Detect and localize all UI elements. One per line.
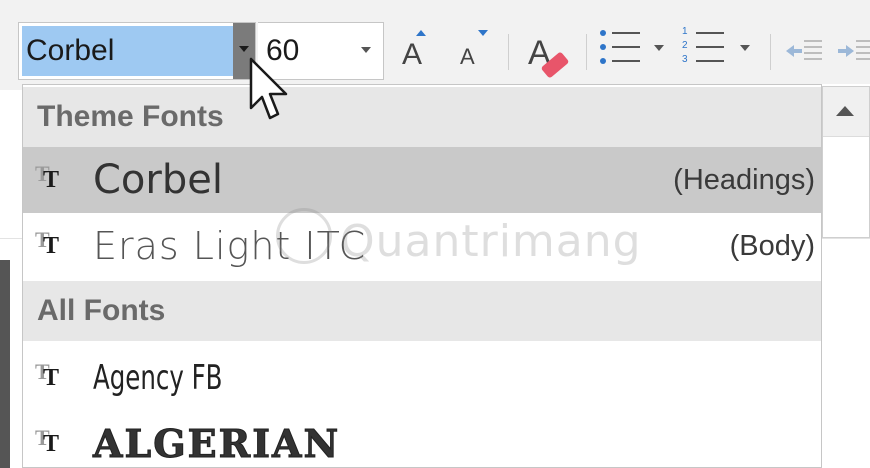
truetype-icon: T T xyxy=(35,359,60,391)
font-name-combobox[interactable]: Corbel xyxy=(18,22,256,80)
numbering-digit: 1 xyxy=(682,26,688,37)
numbering-button[interactable]: 1 2 3 xyxy=(680,26,754,76)
caret-down-icon xyxy=(478,30,488,36)
bullet-dot xyxy=(600,30,606,36)
toolbar-divider xyxy=(508,34,509,70)
increase-indent-icon xyxy=(838,40,870,60)
shrink-font-button[interactable]: A xyxy=(452,24,492,76)
chevron-down-icon[interactable] xyxy=(361,47,371,53)
decrease-indent-button[interactable] xyxy=(782,34,826,68)
truetype-icon: T T xyxy=(35,227,60,259)
numbering-digit: 3 xyxy=(682,54,688,65)
font-item-agency-fb[interactable]: T T Agency FB xyxy=(23,345,821,411)
truetype-icon: T T xyxy=(35,161,60,193)
toolbar-divider xyxy=(586,34,587,70)
toolbar-divider xyxy=(770,34,771,70)
numbering-line xyxy=(696,60,724,62)
scroll-up-button[interactable] xyxy=(823,87,869,137)
numbering-line xyxy=(696,32,724,34)
bullet-line xyxy=(612,32,640,34)
chevron-down-icon[interactable] xyxy=(740,45,750,51)
caret-up-icon xyxy=(416,30,426,36)
bullets-button[interactable] xyxy=(596,26,666,76)
caret-up-icon xyxy=(836,106,854,116)
font-name-input[interactable]: Corbel xyxy=(22,26,233,76)
watermark-text: Quantrimang xyxy=(340,216,642,267)
chevron-down-icon[interactable] xyxy=(654,45,664,51)
home-ribbon: Corbel 60 A A A 1 2 3 xyxy=(0,0,870,90)
clear-formatting-button[interactable]: A xyxy=(522,24,576,79)
logo-icon xyxy=(276,208,332,264)
font-item-name: Corbel xyxy=(93,157,223,203)
theme-fonts-header: Theme Fonts xyxy=(23,87,821,147)
font-item-role: (Headings) xyxy=(673,164,815,196)
all-fonts-header: All Fonts xyxy=(23,281,821,341)
font-item-name: ALGERIAN xyxy=(92,421,341,467)
decrease-indent-icon xyxy=(786,40,822,60)
grow-font-button[interactable]: A xyxy=(396,24,436,76)
increase-indent-button[interactable] xyxy=(836,34,870,68)
shrink-font-icon: A xyxy=(460,44,475,69)
mouse-pointer-icon xyxy=(249,57,288,120)
window-edge xyxy=(0,260,10,468)
grow-font-icon: A xyxy=(402,38,423,71)
bullet-line xyxy=(612,60,640,62)
truetype-icon: T T xyxy=(35,425,60,457)
bullet-line xyxy=(612,46,640,48)
watermark-logo: Quantrimang xyxy=(270,200,641,280)
font-item-name: Agency FB xyxy=(93,358,223,398)
dropdown-scrollbar[interactable] xyxy=(822,86,870,238)
bullet-dot xyxy=(600,58,606,64)
font-item-role: (Body) xyxy=(729,230,815,262)
bullet-dot xyxy=(600,44,606,50)
chevron-down-icon xyxy=(239,46,249,52)
font-item-algerian[interactable]: T T ALGERIAN xyxy=(23,411,821,467)
numbering-digit: 2 xyxy=(682,40,688,51)
numbering-line xyxy=(696,46,724,48)
